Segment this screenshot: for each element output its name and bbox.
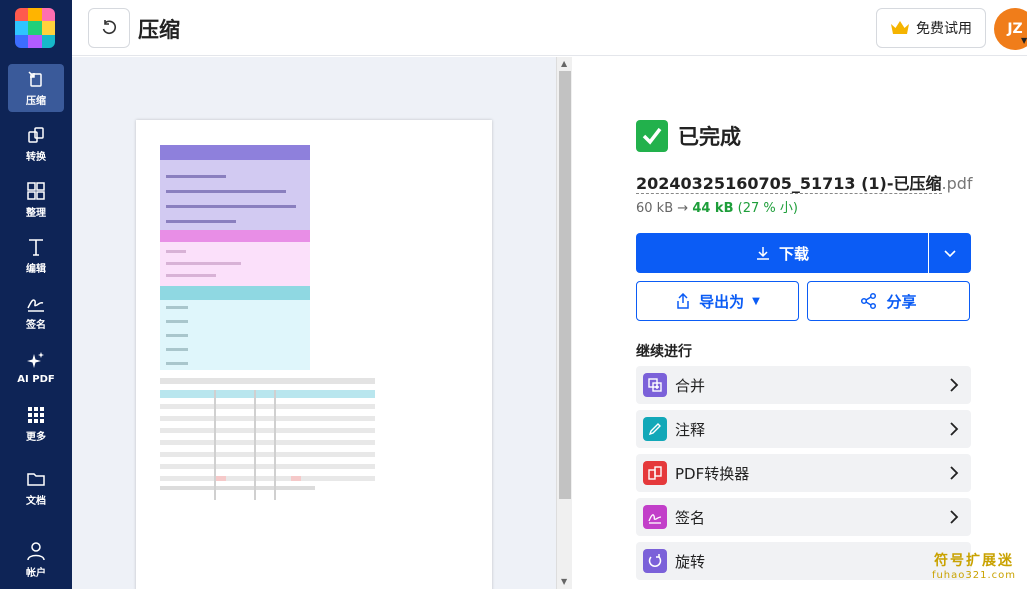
export-button[interactable]: 导出为 ▼ [636, 281, 799, 321]
free-trial-label: 免费试用 [916, 21, 972, 37]
tool-label: 合并 [675, 376, 706, 395]
top-bar: 压缩 免费试用 JZ ▼ [72, 0, 1027, 56]
sparkle-icon [27, 352, 44, 368]
sidebar-item-label: 压缩 [26, 96, 46, 107]
sidebar-item-compress[interactable]: 压缩 [8, 64, 64, 112]
rotate-icon [643, 549, 667, 573]
crown-icon [891, 21, 909, 34]
tool-label: 旋转 [675, 552, 706, 571]
download-options-button[interactable] [929, 233, 971, 273]
chevron-right-icon [950, 378, 959, 392]
sidebar-item-label: 帐户 [26, 568, 46, 579]
file-name-text[interactable]: 20240325160705_51713 (1)-已压缩 [636, 174, 942, 194]
download-label: 下载 [778, 244, 809, 263]
check-icon [636, 120, 668, 152]
sidebar-item-label: 签名 [26, 320, 46, 331]
tool-annotate[interactable]: 注释 [636, 410, 971, 448]
sidebar-item-label: 文档 [26, 496, 46, 507]
sidebar-item-label: 更多 [26, 432, 46, 443]
sidebar-item-account[interactable]: 帐户 [8, 536, 64, 584]
signature-icon [643, 505, 667, 529]
sidebar-item-ai-pdf[interactable]: AI PDF [8, 344, 64, 392]
file-name[interactable]: 20240325160705_51713 (1)-已压缩.pdf [636, 170, 973, 194]
sidebar-item-organize[interactable]: 整理 [8, 176, 64, 224]
tool-rotate[interactable]: 旋转 [636, 542, 971, 580]
edit-text-icon [29, 239, 43, 256]
status-text: 已完成 [678, 125, 741, 149]
tool-sign[interactable]: 签名 [636, 498, 971, 536]
status-row: 已完成 [636, 120, 741, 152]
file-extension: .pdf [941, 174, 973, 193]
chevron-right-icon [950, 466, 959, 480]
tool-label: PDF转换器 [675, 464, 750, 483]
document-preview [72, 57, 556, 589]
share-label: 分享 [886, 292, 917, 311]
scroll-down-icon[interactable]: ▼ [561, 577, 567, 586]
convert-icon [28, 127, 44, 143]
export-label: 导出为 [699, 292, 745, 311]
share-icon [861, 292, 877, 310]
sidebar-item-edit[interactable]: 编辑 [8, 232, 64, 280]
pencil-icon [643, 417, 667, 441]
free-trial-button[interactable]: 免费试用 [876, 8, 986, 48]
grid-dots-icon [28, 407, 44, 423]
tool-label: 签名 [675, 508, 706, 527]
compressed-size: 44 kB [692, 201, 734, 216]
sidebar-item-label: 转换 [26, 152, 46, 163]
app-logo[interactable] [15, 8, 55, 48]
scroll-up-icon[interactable]: ▲ [561, 59, 567, 68]
download-button[interactable]: 下载 [636, 233, 928, 273]
user-icon [27, 542, 45, 561]
reduction-percent: (27 % 小) [737, 201, 798, 216]
chevron-down-icon[interactable]: ▼ [1021, 36, 1027, 45]
download-icon [756, 247, 769, 260]
sidebar-item-sign[interactable]: 签名 [8, 288, 64, 336]
continue-title: 继续进行 [636, 344, 692, 360]
caret-down-icon: ▼ [752, 295, 760, 307]
sidebar: 压缩 转换 整理 编辑 签名 AI PDF 更多 文档 帐户 [0, 0, 72, 589]
tool-merge[interactable]: 合并 [636, 366, 971, 404]
sidebar-item-documents[interactable]: 文档 [8, 464, 64, 512]
tool-pdf-converter[interactable]: PDF转换器 [636, 454, 971, 492]
chevron-right-icon [950, 510, 959, 524]
undo-button[interactable] [88, 8, 130, 48]
arrow-right-icon: → [677, 201, 689, 216]
scroll-thumb[interactable] [559, 71, 571, 499]
page-title: 压缩 [138, 18, 180, 42]
site-watermark: 符号扩展迷 fuhao321.com [931, 553, 1017, 581]
folder-icon [27, 473, 45, 486]
signature-icon [27, 299, 44, 312]
merge-icon [643, 373, 667, 397]
document-content-blurred [160, 145, 375, 500]
pdf-page-thumbnail[interactable] [136, 120, 492, 589]
export-icon [677, 293, 689, 309]
sidebar-item-convert[interactable]: 转换 [8, 120, 64, 168]
sidebar-item-label: 编辑 [26, 264, 46, 275]
sidebar-item-more[interactable]: 更多 [8, 400, 64, 448]
preview-scrollbar[interactable]: ▲ ▼ [556, 57, 572, 589]
original-size: 60 kB [636, 201, 674, 216]
chevron-right-icon [950, 422, 959, 436]
share-button[interactable]: 分享 [807, 281, 970, 321]
chevron-down-icon [944, 250, 956, 258]
organize-icon [27, 182, 45, 200]
undo-icon [102, 20, 117, 35]
compress-icon [28, 71, 42, 87]
sidebar-item-label: 整理 [26, 208, 46, 219]
size-summary: 60 kB → 44 kB (27 % 小) [636, 197, 798, 216]
convert-icon [643, 461, 667, 485]
sidebar-item-label: AI PDF [17, 374, 55, 385]
tool-label: 注释 [675, 420, 706, 439]
